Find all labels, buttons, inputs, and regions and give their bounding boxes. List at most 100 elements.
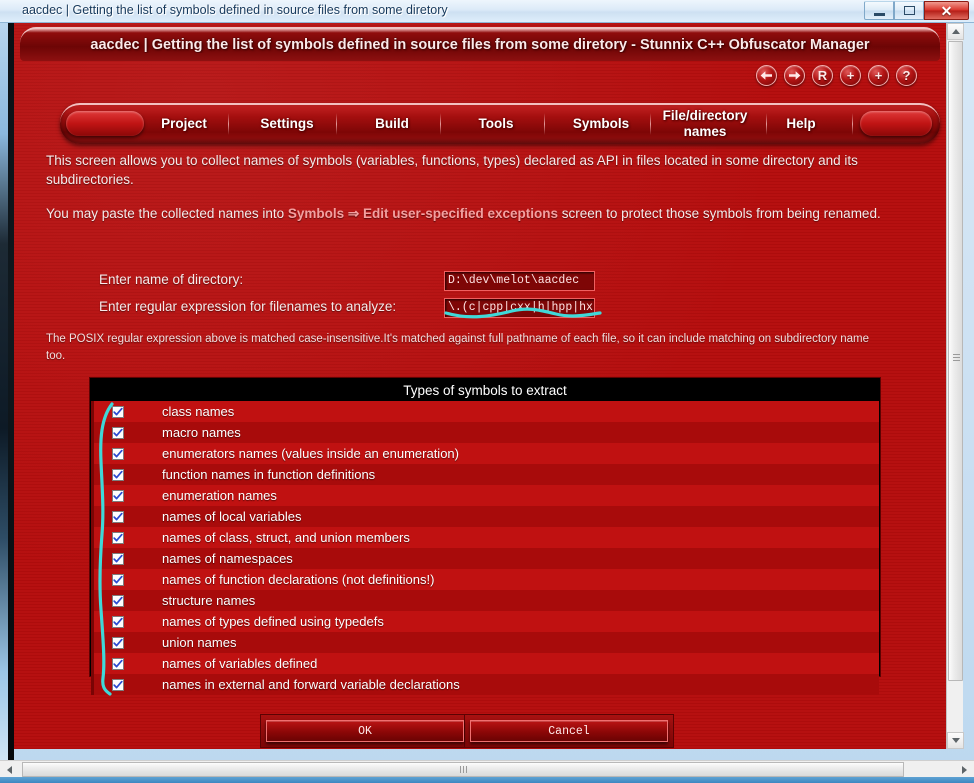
list-item[interactable]: structure names <box>91 590 879 611</box>
forward-icon[interactable] <box>784 65 805 86</box>
vertical-scrollbar-thumb[interactable] <box>948 41 963 681</box>
os-window: aacdec | Getting the list of symbols def… <box>0 0 974 783</box>
checkmark-icon <box>113 638 123 646</box>
maximize-icon <box>903 6 915 15</box>
row-checkbox[interactable] <box>112 678 124 691</box>
ok-button[interactable]: OK <box>266 720 464 742</box>
menu-item-file-directory-names[interactable]: File/directory names <box>650 103 760 144</box>
list-item-label: enumeration names <box>162 488 277 503</box>
minimize-button[interactable] <box>864 1 894 20</box>
list-item[interactable]: names in external and forward variable d… <box>91 674 879 695</box>
list-item-label: macro names <box>162 425 241 440</box>
directory-input[interactable]: D:\dev\melot\aacdec <box>444 271 595 291</box>
maximize-button[interactable] <box>894 1 924 20</box>
list-item[interactable]: names of variables defined <box>91 653 879 674</box>
listbox-header: Types of symbols to extract <box>91 379 879 401</box>
paste-instruction-before: You may paste the collected names into <box>46 206 288 221</box>
row-checkbox[interactable] <box>112 489 124 502</box>
list-item-label: names of function declarations (not defi… <box>162 572 435 587</box>
minimize-icon <box>873 12 885 16</box>
back-arrow-glyph <box>760 71 772 80</box>
menu-item-project[interactable]: Project <box>144 103 224 144</box>
list-item[interactable]: function names in function definitions <box>91 464 879 485</box>
row-checkbox[interactable] <box>112 552 124 565</box>
chevron-left-icon <box>7 765 12 774</box>
list-item-label: enumerators names (values inside an enum… <box>162 446 459 461</box>
row-checkbox[interactable] <box>112 426 124 439</box>
menu-separator <box>852 113 853 135</box>
checkmark-icon <box>113 596 123 604</box>
list-item[interactable]: names of function declarations (not defi… <box>91 569 879 590</box>
list-item[interactable]: enumeration names <box>91 485 879 506</box>
checkmark-icon <box>113 680 123 688</box>
menu-item-settings[interactable]: Settings <box>242 103 332 144</box>
row-checkbox[interactable] <box>112 636 124 649</box>
app-title: aacdec | Getting the list of symbols def… <box>90 37 870 53</box>
list-item-label: structure names <box>162 593 256 608</box>
scroll-up-button[interactable] <box>947 23 964 40</box>
menu-separator <box>440 113 441 135</box>
scroll-right-button[interactable] <box>956 761 973 778</box>
list-item[interactable]: enumerators names (values inside an enum… <box>91 443 879 464</box>
checkmark-icon <box>113 491 123 499</box>
list-item-label: union names <box>162 635 237 650</box>
reload-icon[interactable]: R <box>812 65 833 86</box>
close-button[interactable]: ✕ <box>924 1 969 20</box>
horizontal-scrollbar-thumb[interactable] <box>22 762 904 777</box>
list-item-label: names of local variables <box>162 509 302 524</box>
listbox-rows: class names macro names enumerators names … <box>91 401 879 695</box>
row-checkbox[interactable] <box>112 468 124 481</box>
help-icon[interactable]: ? <box>896 65 917 86</box>
list-item[interactable]: names of class, struct, and union member… <box>91 527 879 548</box>
list-item-label: class names <box>162 404 235 419</box>
menu-item-help[interactable]: Help <box>766 103 836 144</box>
list-item[interactable]: names of types defined using typedefs <box>91 611 879 632</box>
list-item-label: names of class, struct, and union member… <box>162 530 410 545</box>
row-checkbox[interactable] <box>112 447 124 460</box>
scrollbar-grip-icon <box>953 354 960 361</box>
application-client-area: aacdec | Getting the list of symbols def… <box>14 23 960 749</box>
scroll-down-button[interactable] <box>947 732 964 749</box>
zoom-out-icon[interactable]: + <box>868 65 889 86</box>
desktop-edge-strip <box>0 23 8 760</box>
symbols-exceptions-link[interactable]: Symbols ⇒ Edit user-specified exceptions <box>288 206 558 221</box>
directory-label: Enter name of directory: <box>99 272 244 287</box>
desktop-bottom-edge <box>0 777 974 783</box>
vertical-scrollbar[interactable] <box>946 23 964 749</box>
menu-item-tools[interactable]: Tools <box>456 103 536 144</box>
row-checkbox[interactable] <box>112 405 124 418</box>
list-item[interactable]: names of namespaces <box>91 548 879 569</box>
menu-item-build[interactable]: Build <box>352 103 432 144</box>
close-icon: ✕ <box>940 2 953 19</box>
checkmark-icon <box>113 659 123 667</box>
menu-separator <box>766 113 767 135</box>
cancel-button[interactable]: Cancel <box>470 720 668 742</box>
horizontal-scrollbar[interactable] <box>0 760 974 777</box>
row-checkbox[interactable] <box>112 531 124 544</box>
row-checkbox[interactable] <box>112 594 124 607</box>
list-item-label: names of namespaces <box>162 551 293 566</box>
list-item[interactable]: names of local variables <box>91 506 879 527</box>
menubar-right-cap <box>860 111 932 136</box>
menu-separator <box>650 113 651 135</box>
row-checkbox[interactable] <box>112 657 124 670</box>
paste-instruction-paragraph: You may paste the collected names into S… <box>46 204 916 223</box>
list-item-label: names of variables defined <box>162 656 318 671</box>
os-window-title: aacdec | Getting the list of symbols def… <box>22 3 448 17</box>
scroll-left-button[interactable] <box>1 761 18 778</box>
paste-instruction-after: screen to protect those symbols from bei… <box>558 206 881 221</box>
forward-arrow-glyph <box>789 71 801 80</box>
zoom-in-icon[interactable]: + <box>840 65 861 86</box>
row-checkbox[interactable] <box>112 573 124 586</box>
back-icon[interactable] <box>756 65 777 86</box>
row-checkbox[interactable] <box>112 510 124 523</box>
chevron-up-icon <box>951 29 960 34</box>
list-item[interactable]: macro names <box>91 422 879 443</box>
menu-item-symbols[interactable]: Symbols <box>556 103 646 144</box>
row-checkbox[interactable] <box>112 615 124 628</box>
chevron-down-icon <box>951 738 960 743</box>
regex-input[interactable]: \.(c|cpp|cxx|h|hpp|hx <box>444 298 595 318</box>
checkmark-icon <box>113 512 123 520</box>
list-item[interactable]: union names <box>91 632 879 653</box>
list-item[interactable]: class names <box>91 401 879 422</box>
